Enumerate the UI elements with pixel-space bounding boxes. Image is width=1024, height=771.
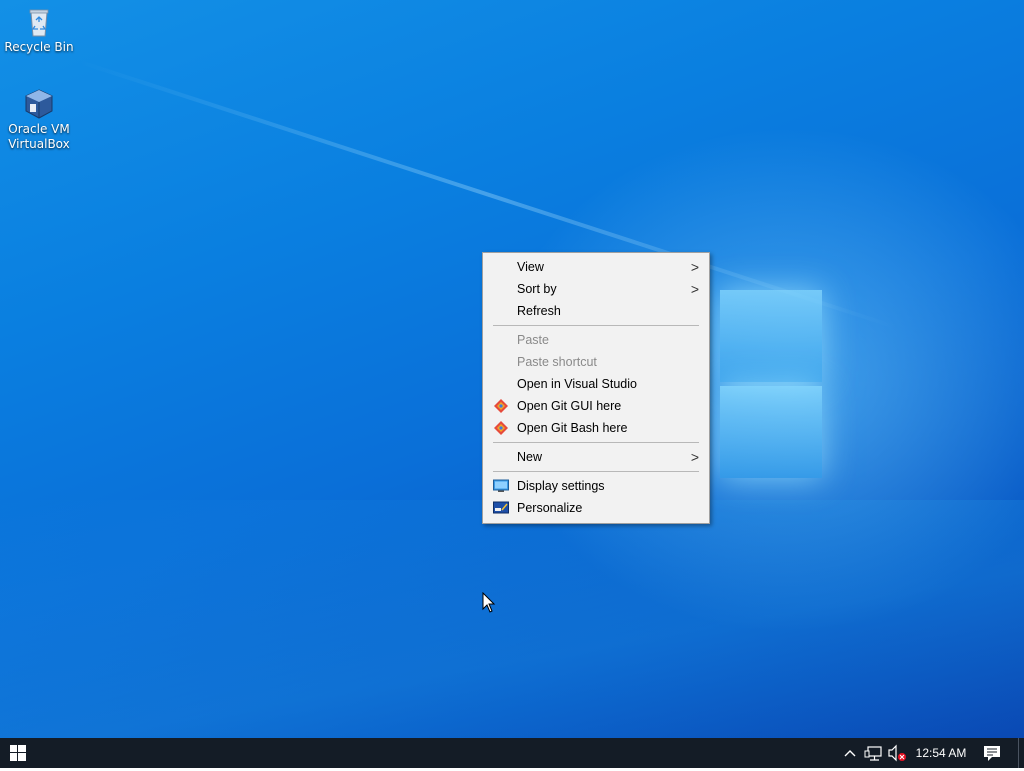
menu-item-paste: Paste: [483, 329, 709, 351]
volume-muted-icon[interactable]: [886, 738, 908, 768]
desktop-icon-virtualbox[interactable]: Oracle VM VirtualBox: [1, 88, 77, 152]
desktop-icon-recycle-bin[interactable]: Recycle Bin: [1, 6, 77, 55]
start-button[interactable]: [0, 738, 36, 768]
menu-item-label: New: [517, 450, 543, 464]
chevron-up-icon[interactable]: [842, 738, 858, 768]
menu-item-label: Personalize: [517, 501, 583, 515]
menu-separator: [493, 471, 699, 472]
submenu-arrow-icon: >: [690, 259, 699, 275]
taskbar-clock[interactable]: 12:54 AM: [910, 738, 972, 768]
menu-item-label: Paste shortcut: [517, 355, 597, 369]
desktop[interactable]: Recycle Bin Oracle VM VirtualBox View > …: [0, 0, 1024, 738]
menu-item-view[interactable]: View >: [483, 256, 709, 278]
wallpaper-floor-glow: [0, 500, 1024, 738]
desktop-icon-label: Recycle Bin: [4, 40, 74, 54]
show-desktop-button[interactable]: [1018, 738, 1024, 768]
menu-item-label: Paste: [517, 333, 549, 347]
menu-item-label: Open in Visual Studio: [517, 377, 637, 391]
menu-separator: [493, 442, 699, 443]
git-icon: [494, 399, 508, 413]
personalize-icon: [493, 501, 509, 514]
menu-item-refresh[interactable]: Refresh: [483, 300, 709, 322]
display-icon: [493, 479, 509, 492]
virtualbox-icon: [25, 89, 53, 119]
menu-item-label: Sort by: [517, 282, 557, 296]
menu-item-paste-shortcut: Paste shortcut: [483, 351, 709, 373]
menu-item-label: Display settings: [517, 479, 605, 493]
mouse-cursor-icon: [482, 592, 496, 613]
menu-item-new[interactable]: New >: [483, 446, 709, 468]
desktop-icon-label: Oracle VM VirtualBox: [8, 122, 70, 151]
git-icon: [494, 421, 508, 435]
menu-separator: [493, 325, 699, 326]
menu-item-sort-by[interactable]: Sort by >: [483, 278, 709, 300]
menu-item-display-settings[interactable]: Display settings: [483, 475, 709, 497]
submenu-arrow-icon: >: [690, 449, 699, 465]
menu-item-label: Refresh: [517, 304, 561, 318]
menu-item-label: Open Git GUI here: [517, 399, 622, 413]
menu-item-personalize[interactable]: Personalize: [483, 497, 709, 519]
taskbar: 12:54 AM: [0, 738, 1024, 768]
menu-item-open-in-visual-studio[interactable]: Open in Visual Studio: [483, 373, 709, 395]
windows-logo-icon: [10, 745, 26, 761]
wallpaper-windows-logo: [708, 290, 824, 480]
network-icon[interactable]: [864, 738, 884, 768]
menu-item-label: View: [517, 260, 544, 274]
menu-item-label: Open Git Bash here: [517, 421, 628, 435]
menu-item-open-git-gui[interactable]: Open Git GUI here: [483, 395, 709, 417]
recycle-bin-icon: [29, 9, 49, 37]
action-center-button[interactable]: [972, 738, 1012, 768]
menu-item-open-git-bash[interactable]: Open Git Bash here: [483, 417, 709, 439]
submenu-arrow-icon: >: [690, 281, 699, 297]
desktop-context-menu: View > Sort by > Refresh Paste Paste sho…: [482, 252, 710, 524]
action-center-icon: [984, 746, 1000, 761]
